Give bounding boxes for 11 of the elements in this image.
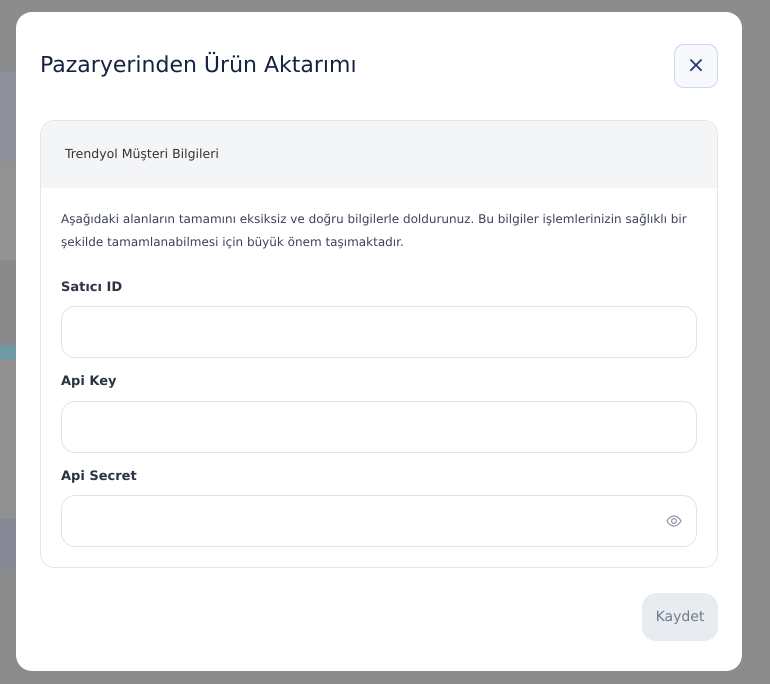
- input-field[interactable]: [61, 306, 697, 358]
- eye-icon[interactable]: [666, 515, 682, 528]
- field-label: Api Key: [61, 373, 116, 392]
- input-field[interactable]: [61, 495, 697, 548]
- field-label: Satıcı ID: [61, 278, 122, 297]
- input-field[interactable]: [61, 400, 697, 453]
- intro-text: Aşağıdaki alanların tamamını eksiksiz ve doğru bilgilerle doldurunuz. Bu bilgiler işlemlerinizin sağlıklı bir şekilde tamamlanabilmesi için büyük önem taşımaktadır.: [61, 210, 688, 251]
- close-button[interactable]: ×: [674, 44, 718, 88]
- card-header: Trendyol Müşteri Bilgileri: [41, 121, 717, 188]
- modal-title: Pazaryerinden Ürün Aktarımı: [40, 52, 357, 80]
- field-label: Api Secret: [61, 468, 137, 486]
